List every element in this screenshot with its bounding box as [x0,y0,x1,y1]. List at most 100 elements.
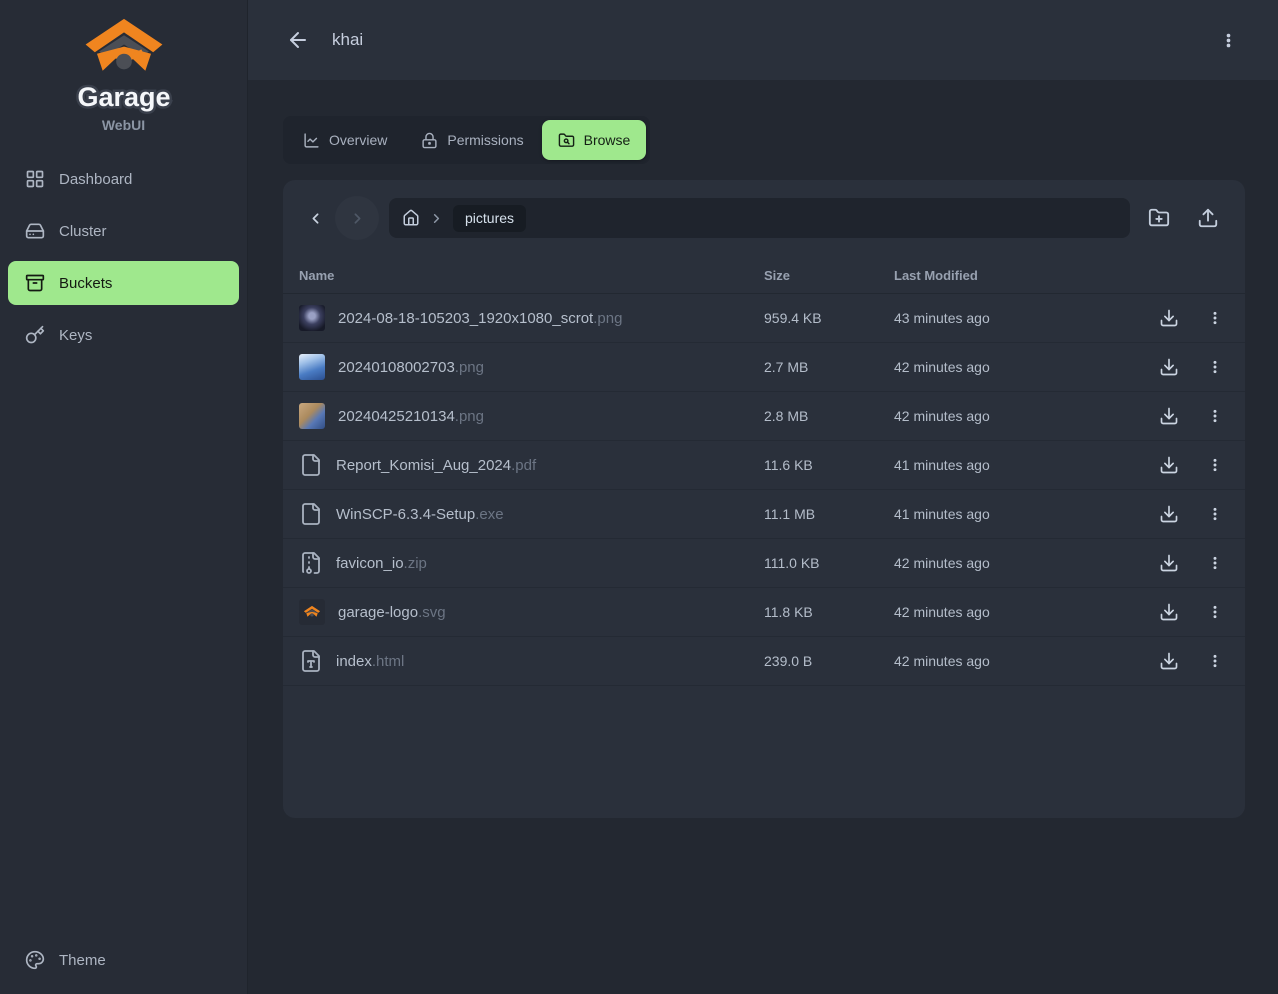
image-thumbnail [299,305,325,331]
file-basename: garage-logo [338,604,418,621]
row-menu-button[interactable] [1207,653,1223,669]
back-button[interactable] [284,26,312,54]
svg-text:Garage: Garage [77,82,170,112]
garage-logo-thumbnail [299,599,325,625]
table-row: WinSCP-6.3.4-Setup.exe 11.1 MB 41 minute… [283,490,1245,539]
file-size: 239.0 B [764,653,894,669]
brand-subtitle: WebUI [0,117,247,133]
table-row: 20240425210134.png 2.8 MB 42 minutes ago [283,392,1245,441]
row-menu-button[interactable] [1207,457,1223,473]
download-button[interactable] [1159,455,1179,475]
file-archive-icon [299,551,323,575]
file-size: 2.8 MB [764,408,894,424]
table-row: 2024-08-18-105203_1920x1080_scrot.png 95… [283,294,1245,343]
bucket-tabs: Overview Permissions Browse [283,116,650,164]
file-basename: 20240108002703 [338,359,455,376]
main-area: khai Overview Permissions [248,0,1278,994]
file-link[interactable]: favicon_io.zip [299,551,764,575]
sidebar-item-dashboard[interactable]: Dashboard [8,157,239,201]
tab-label: Overview [329,132,387,148]
file-link[interactable]: 2024-08-18-105203_1920x1080_scrot.png [299,305,764,331]
tab-permissions[interactable]: Permissions [405,120,539,160]
row-menu-button[interactable] [1207,359,1223,375]
file-extension: .zip [404,555,427,572]
sidebar-item-cluster[interactable]: Cluster [8,209,239,253]
chevron-left-icon [307,210,324,227]
breadcrumb-bar[interactable]: pictures [389,198,1130,238]
row-menu-button[interactable] [1207,408,1223,424]
table-row: 20240108002703.png 2.7 MB 42 minutes ago [283,343,1245,392]
tab-label: Permissions [447,132,523,148]
download-button[interactable] [1159,553,1179,573]
new-folder-button[interactable] [1148,207,1170,229]
page-menu-button[interactable] [1214,26,1242,54]
page-title: khai [332,30,363,50]
hard-drive-icon [25,221,45,241]
line-chart-icon [303,132,320,149]
tab-overview[interactable]: Overview [287,120,403,160]
sidebar-item-label: Cluster [59,223,107,240]
download-icon [1159,455,1179,475]
download-button[interactable] [1159,357,1179,377]
column-header-size: Size [764,268,894,283]
breadcrumb-segment[interactable]: pictures [453,205,526,232]
download-icon [1159,308,1179,328]
download-icon [1159,406,1179,426]
sidebar-item-keys[interactable]: Keys [8,313,239,357]
chevron-right-icon [349,210,366,227]
browser-toolbar: pictures [283,180,1245,240]
download-button[interactable] [1159,406,1179,426]
row-menu-button[interactable] [1207,555,1223,571]
file-size: 11.6 KB [764,457,894,473]
file-modified: 42 minutes ago [894,555,1134,571]
history-forward-button[interactable] [335,196,379,240]
file-basename: favicon_io [336,555,404,572]
history-back-button[interactable] [299,202,331,234]
brand: Garage WebUI [0,0,247,133]
table-row: Report_Komisi_Aug_2024.pdf 11.6 KB 41 mi… [283,441,1245,490]
key-icon [25,325,45,345]
theme-button[interactable]: Theme [8,938,239,982]
tab-browse[interactable]: Browse [542,120,647,160]
download-button[interactable] [1159,602,1179,622]
file-link[interactable]: 20240425210134.png [299,403,764,429]
file-link[interactable]: 20240108002703.png [299,354,764,380]
file-link[interactable]: Report_Komisi_Aug_2024.pdf [299,453,764,477]
file-extension: .html [372,653,405,670]
file-link[interactable]: index.html [299,649,764,673]
file-size: 959.4 KB [764,310,894,326]
kebab-menu-icon [1220,32,1237,49]
file-extension: .png [455,359,484,376]
file-extension: .svg [418,604,446,621]
upload-button[interactable] [1197,207,1219,229]
file-extension: .png [455,408,484,425]
sidebar-item-buckets[interactable]: Buckets [8,261,239,305]
kebab-menu-icon [1207,653,1223,669]
table-header: Name Size Last Modified [283,257,1245,294]
chevron-right-icon [429,211,444,226]
row-menu-button[interactable] [1207,506,1223,522]
download-button[interactable] [1159,308,1179,328]
folder-plus-icon [1148,207,1170,229]
file-link[interactable]: WinSCP-6.3.4-Setup.exe [299,502,764,526]
sidebar-footer: Theme [0,938,247,994]
brand-name: Garage [44,78,204,116]
file-modified: 41 minutes ago [894,457,1134,473]
download-button[interactable] [1159,504,1179,524]
home-icon[interactable] [402,209,420,227]
table-row: favicon_io.zip 111.0 KB 42 minutes ago [283,539,1245,588]
row-menu-button[interactable] [1207,310,1223,326]
lock-icon [421,132,438,149]
arrow-left-icon [286,28,310,52]
file-link[interactable]: garage-logo.svg [299,599,764,625]
kebab-menu-icon [1207,604,1223,620]
table-row: index.html 239.0 B 42 minutes ago [283,637,1245,686]
row-menu-button[interactable] [1207,604,1223,620]
file-size: 111.0 KB [764,555,894,571]
topbar: khai [248,0,1278,80]
sidebar-item-label: Buckets [59,275,112,292]
file-size: 11.1 MB [764,506,894,522]
download-button[interactable] [1159,651,1179,671]
sidebar: Garage WebUI Dashboard Cluster [0,0,248,994]
archive-box-icon [25,273,45,293]
